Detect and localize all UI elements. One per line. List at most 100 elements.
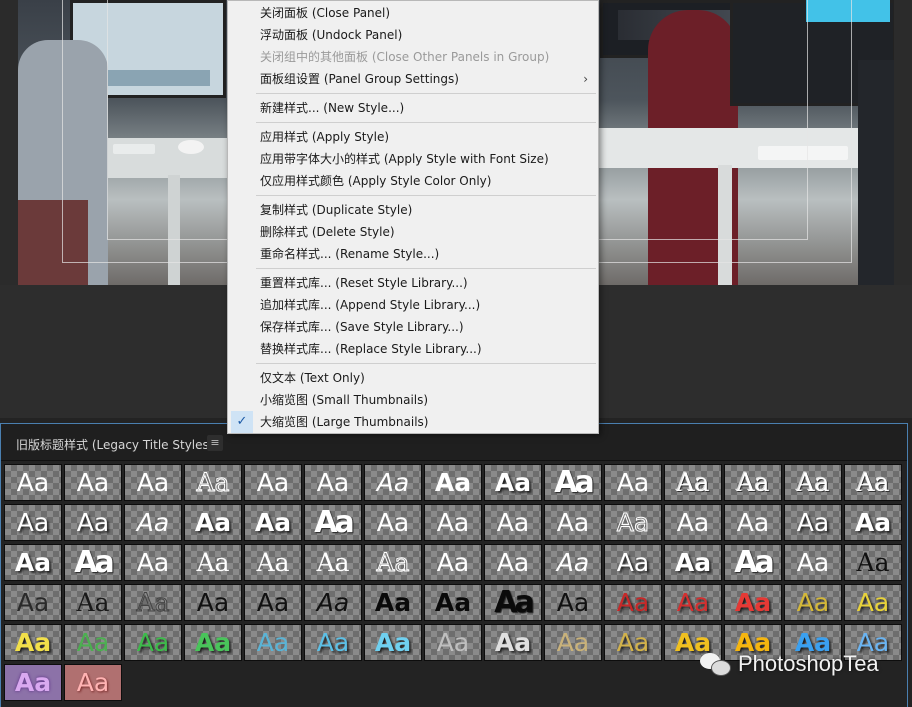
style-thumbnail[interactable]: Aa xyxy=(724,504,782,541)
menu-item-replace-style-library[interactable]: 替换样式库... (Replace Style Library...) xyxy=(228,338,598,360)
style-thumbnail[interactable]: Aa xyxy=(244,584,302,621)
style-thumbnail[interactable]: Aa xyxy=(124,464,182,501)
style-thumbnail[interactable]: Aa xyxy=(424,584,482,621)
style-thumbnail[interactable]: Aa xyxy=(304,464,362,501)
style-thumbnail[interactable]: Aa xyxy=(424,504,482,541)
style-thumbnail[interactable]: Aa xyxy=(664,544,722,581)
style-thumbnail[interactable]: Aa xyxy=(244,624,302,661)
menu-item-label: 仅文本 (Text Only) xyxy=(260,371,365,385)
style-thumbnail[interactable]: Aa xyxy=(604,504,662,541)
style-thumbnail[interactable]: Aa xyxy=(664,584,722,621)
style-thumbnail[interactable]: Aa xyxy=(4,584,62,621)
style-thumbnail[interactable]: Aa xyxy=(544,544,602,581)
style-thumbnail[interactable]: Aa xyxy=(544,584,602,621)
style-thumbnail[interactable]: Aa xyxy=(484,464,542,501)
style-thumbnail[interactable]: Aa xyxy=(64,504,122,541)
style-thumbnail[interactable]: Aa xyxy=(184,544,242,581)
panel-context-menu: 关闭面板 (Close Panel) 浮动面板 (Undock Panel) 关闭组… xyxy=(227,0,599,434)
style-thumbnail[interactable]: Aa xyxy=(604,544,662,581)
menu-item-label: 应用样式 (Apply Style) xyxy=(260,130,390,144)
panel-title[interactable]: 旧版标题样式 (Legacy Title Styles) xyxy=(16,436,213,453)
style-thumbnail[interactable]: Aa xyxy=(544,504,602,541)
style-thumbnail[interactable]: Aa xyxy=(304,624,362,661)
style-thumbnail[interactable]: Aa xyxy=(844,504,902,541)
style-thumbnail[interactable]: Aa xyxy=(124,544,182,581)
style-thumbnail[interactable]: Aa xyxy=(484,584,542,621)
style-thumbnail[interactable]: Aa xyxy=(724,584,782,621)
menu-item-reset-style-library[interactable]: 重置样式库... (Reset Style Library...) xyxy=(228,272,598,294)
menu-item-delete-style[interactable]: 删除样式 (Delete Style) xyxy=(228,221,598,243)
menu-item-apply-style-color-only[interactable]: 仅应用样式颜色 (Apply Style Color Only) xyxy=(228,170,598,192)
style-thumbnail[interactable]: Aa xyxy=(784,504,842,541)
menu-item-save-style-library[interactable]: 保存样式库... (Save Style Library...) xyxy=(228,316,598,338)
wechat-icon xyxy=(700,651,732,677)
style-thumbnail[interactable]: Aa xyxy=(784,544,842,581)
style-thumbnail[interactable]: Aa xyxy=(64,584,122,621)
style-thumbnail[interactable]: Aa xyxy=(424,624,482,661)
menu-separator xyxy=(256,195,596,196)
style-thumbnail[interactable]: Aa xyxy=(544,464,602,501)
menu-separator xyxy=(256,93,596,94)
style-thumbnail[interactable]: Aa xyxy=(424,464,482,501)
style-thumbnail[interactable]: Aa xyxy=(124,624,182,661)
style-thumbnail[interactable]: Aa xyxy=(724,544,782,581)
style-thumbnail[interactable]: Aa xyxy=(4,504,62,541)
menu-item-large-thumbnails[interactable]: ✓ 大缩览图 (Large Thumbnails) xyxy=(228,411,598,433)
style-thumbnail[interactable]: Aa xyxy=(364,544,422,581)
hamburger-menu-icon[interactable]: ≡ xyxy=(207,435,223,451)
style-thumbnail[interactable]: Aa xyxy=(64,664,122,701)
menu-item-new-style[interactable]: 新建样式... (New Style...) xyxy=(228,97,598,119)
style-thumbnail[interactable]: Aa xyxy=(844,584,902,621)
style-thumbnail[interactable]: Aa xyxy=(784,584,842,621)
style-thumbnail[interactable]: Aa xyxy=(604,584,662,621)
style-thumbnail[interactable]: Aa xyxy=(124,584,182,621)
style-thumbnail[interactable]: Aa xyxy=(604,464,662,501)
style-thumbnail[interactable]: Aa xyxy=(664,464,722,501)
style-thumbnail[interactable]: Aa xyxy=(4,464,62,501)
style-thumbnail[interactable]: Aa xyxy=(4,544,62,581)
style-thumbnail[interactable]: Aa xyxy=(664,504,722,541)
menu-item-text-only[interactable]: 仅文本 (Text Only) xyxy=(228,367,598,389)
style-thumbnail[interactable]: Aa xyxy=(304,544,362,581)
menu-separator xyxy=(256,268,596,269)
menu-item-label: 面板组设置 (Panel Group Settings) xyxy=(260,72,459,86)
style-thumbnail[interactable]: Aa xyxy=(484,624,542,661)
style-thumbnail[interactable]: Aa xyxy=(784,464,842,501)
style-thumbnail[interactable]: Aa xyxy=(304,584,362,621)
style-thumbnail[interactable]: Aa xyxy=(364,504,422,541)
style-thumbnail[interactable]: Aa xyxy=(844,544,902,581)
style-thumbnail[interactable]: Aa xyxy=(244,504,302,541)
style-thumbnail[interactable]: Aa xyxy=(4,664,62,701)
style-thumbnail[interactable]: Aa xyxy=(184,624,242,661)
style-thumbnail[interactable]: Aa xyxy=(184,504,242,541)
menu-item-append-style-library[interactable]: 追加样式库... (Append Style Library...) xyxy=(228,294,598,316)
style-thumbnail[interactable]: Aa xyxy=(64,464,122,501)
style-thumbnail[interactable]: Aa xyxy=(544,624,602,661)
style-thumbnail[interactable]: Aa xyxy=(124,504,182,541)
style-thumbnail[interactable]: Aa xyxy=(484,504,542,541)
style-thumbnail[interactable]: Aa xyxy=(184,584,242,621)
style-thumbnail[interactable]: Aa xyxy=(844,464,902,501)
style-thumbnail[interactable]: Aa xyxy=(184,464,242,501)
style-thumbnail[interactable]: Aa xyxy=(364,624,422,661)
menu-item-apply-style-with-font-size[interactable]: 应用带字体大小的样式 (Apply Style with Font Size) xyxy=(228,148,598,170)
style-thumbnail[interactable]: Aa xyxy=(484,544,542,581)
style-thumbnail[interactable]: Aa xyxy=(64,624,122,661)
style-thumbnail[interactable]: Aa xyxy=(64,544,122,581)
style-thumbnail[interactable]: Aa xyxy=(364,464,422,501)
menu-item-undock-panel[interactable]: 浮动面板 (Undock Panel) xyxy=(228,24,598,46)
menu-item-close-panel[interactable]: 关闭面板 (Close Panel) xyxy=(228,2,598,24)
style-thumbnail[interactable]: Aa xyxy=(364,584,422,621)
style-thumbnail[interactable]: Aa xyxy=(424,544,482,581)
menu-item-panel-group-settings[interactable]: 面板组设置 (Panel Group Settings) › xyxy=(228,68,598,90)
style-thumbnail[interactable]: Aa xyxy=(244,464,302,501)
menu-item-small-thumbnails[interactable]: 小缩览图 (Small Thumbnails) xyxy=(228,389,598,411)
menu-item-duplicate-style[interactable]: 复制样式 (Duplicate Style) xyxy=(228,199,598,221)
style-thumbnail[interactable]: Aa xyxy=(244,544,302,581)
style-thumbnail[interactable]: Aa xyxy=(4,624,62,661)
style-thumbnail[interactable]: Aa xyxy=(604,624,662,661)
menu-item-apply-style[interactable]: 应用样式 (Apply Style) xyxy=(228,126,598,148)
style-thumbnail[interactable]: Aa xyxy=(724,464,782,501)
menu-item-rename-style[interactable]: 重命名样式... (Rename Style...) xyxy=(228,243,598,265)
style-thumbnail[interactable]: Aa xyxy=(304,504,362,541)
